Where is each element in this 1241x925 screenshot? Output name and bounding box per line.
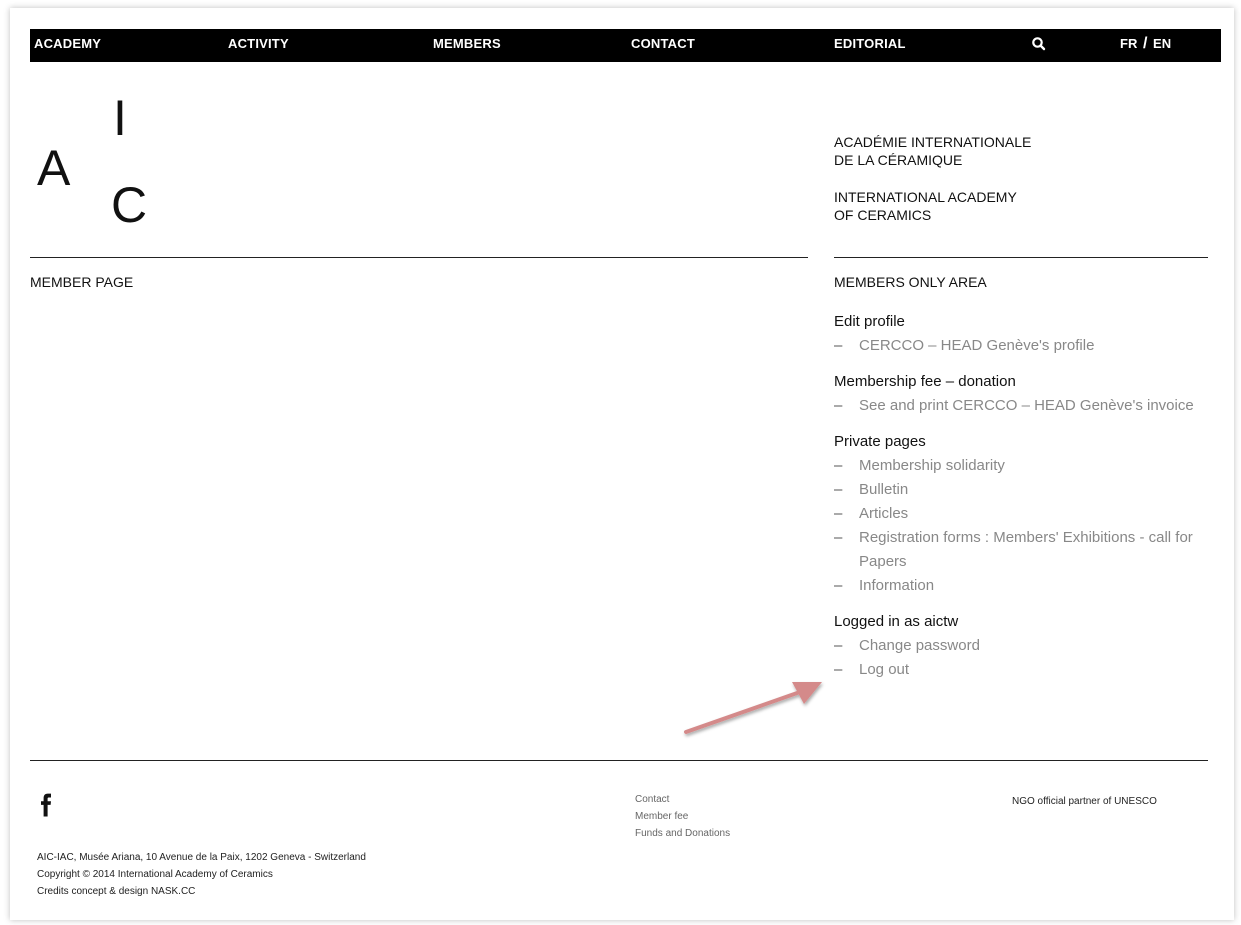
- logo-letter-i: I: [113, 90, 127, 146]
- divider-footer: [30, 760, 1208, 761]
- academy-name-en-line2: OF CERAMICS: [834, 207, 932, 223]
- lang-fr[interactable]: FR: [1120, 36, 1137, 51]
- link-label: CERCCO – HEAD Genève's profile: [859, 337, 1095, 354]
- link-label: Registration forms : Members' Exhibition…: [859, 529, 1193, 570]
- dash: –: [834, 457, 843, 474]
- search-icon[interactable]: [1031, 36, 1047, 52]
- page-title: MEMBER PAGE: [30, 274, 134, 290]
- academy-name-fr: ACADÉMIE INTERNATIONALE DE LA CÉRAMIQUE: [834, 133, 1031, 169]
- link-log-out[interactable]: – Log out: [834, 658, 1214, 682]
- academy-name-en-line1: INTERNATIONAL ACADEMY: [834, 189, 1017, 205]
- link-membership-solidarity[interactable]: – Membership solidarity: [834, 454, 1214, 478]
- group-logged-in: Logged in as aictw – Change password – Log…: [834, 610, 1214, 682]
- footer-link-contact[interactable]: Contact: [635, 791, 730, 808]
- group-title: Membership fee – donation: [834, 373, 1016, 390]
- link-articles[interactable]: – Articles: [834, 502, 1214, 526]
- dash: –: [834, 397, 843, 414]
- divider-main: [30, 257, 808, 258]
- link-profile[interactable]: – CERCCO – HEAD Genève's profile: [834, 334, 1214, 358]
- nav-contact[interactable]: CONTACT: [631, 29, 695, 62]
- nav-members[interactable]: MEMBERS: [433, 29, 501, 62]
- dash: –: [834, 529, 843, 546]
- annotation-arrow: [684, 682, 822, 734]
- dash: –: [834, 577, 843, 594]
- language-switcher: FR / EN: [1120, 29, 1171, 62]
- link-label: Membership solidarity: [859, 457, 1005, 474]
- group-title: Private pages: [834, 433, 926, 450]
- lang-en[interactable]: EN: [1153, 36, 1171, 51]
- members-sidebar: Edit profile – CERCCO – HEAD Genève's pro…: [834, 310, 1214, 694]
- group-edit-profile: Edit profile – CERCCO – HEAD Genève's pro…: [834, 310, 1214, 358]
- link-change-password[interactable]: – Change password: [834, 634, 1214, 658]
- dash: –: [834, 661, 843, 678]
- dash: –: [834, 505, 843, 522]
- footer-ngo: NGO official partner of UNESCO: [1012, 796, 1157, 807]
- lang-separator: /: [1142, 35, 1148, 52]
- link-bulletin[interactable]: – Bulletin: [834, 478, 1214, 502]
- link-label: Log out: [859, 661, 910, 678]
- divider-sidebar: [834, 257, 1208, 258]
- facebook-icon[interactable]: [39, 793, 53, 817]
- link-label: Articles: [859, 505, 909, 522]
- footer-address: AIC-IAC, Musée Ariana, 10 Avenue de la P…: [37, 852, 366, 863]
- footer-copyright: Copyright © 2014 International Academy o…: [37, 869, 273, 880]
- nav-academy[interactable]: ACADEMY: [34, 29, 101, 62]
- group-private-pages: Private pages – Membership solidarity – Bu…: [834, 430, 1214, 598]
- academy-name-fr-line1: ACADÉMIE INTERNATIONALE: [834, 134, 1032, 150]
- group-title: Logged in as aictw: [834, 613, 959, 630]
- logo-letter-c: C: [111, 177, 148, 233]
- dash: –: [834, 637, 843, 654]
- nav-editorial[interactable]: EDITORIAL: [834, 29, 906, 62]
- link-label: Information: [859, 577, 935, 594]
- academy-name-en: INTERNATIONAL ACADEMY OF CERAMICS: [834, 188, 1017, 224]
- group-title: Edit profile: [834, 313, 905, 330]
- footer-link-member-fee[interactable]: Member fee: [635, 808, 730, 825]
- link-label: Change password: [859, 637, 980, 654]
- footer-links: Contact Member fee Funds and Donations: [635, 791, 730, 842]
- footer-link-funds-donations[interactable]: Funds and Donations: [635, 825, 730, 842]
- top-navigation: ACADEMY ACTIVITY MEMBERS CONTACT EDITORI…: [30, 29, 1221, 62]
- link-information[interactable]: – Information: [834, 574, 1214, 598]
- logo-letter-a: A: [37, 140, 71, 196]
- link-invoice[interactable]: – See and print CERCCO – HEAD Genève's in…: [834, 394, 1214, 418]
- group-membership-fee: Membership fee – donation – See and print…: [834, 370, 1214, 418]
- academy-name-fr-line2: DE LA CÉRAMIQUE: [834, 152, 963, 168]
- link-registration-forms[interactable]: – Registration forms : Members' Exhibitio…: [834, 526, 1214, 574]
- dash: –: [834, 337, 843, 354]
- sidebar-title: MEMBERS ONLY AREA: [834, 274, 987, 290]
- footer-credits[interactable]: Credits concept & design NASK.CC: [37, 883, 366, 900]
- nav-activity[interactable]: ACTIVITY: [228, 29, 289, 62]
- footer-info: AIC-IAC, Musée Ariana, 10 Avenue de la P…: [37, 849, 366, 900]
- link-label: Bulletin: [859, 481, 909, 498]
- dash: –: [834, 481, 843, 498]
- link-label: See and print CERCCO – HEAD Genève's inv…: [859, 397, 1194, 414]
